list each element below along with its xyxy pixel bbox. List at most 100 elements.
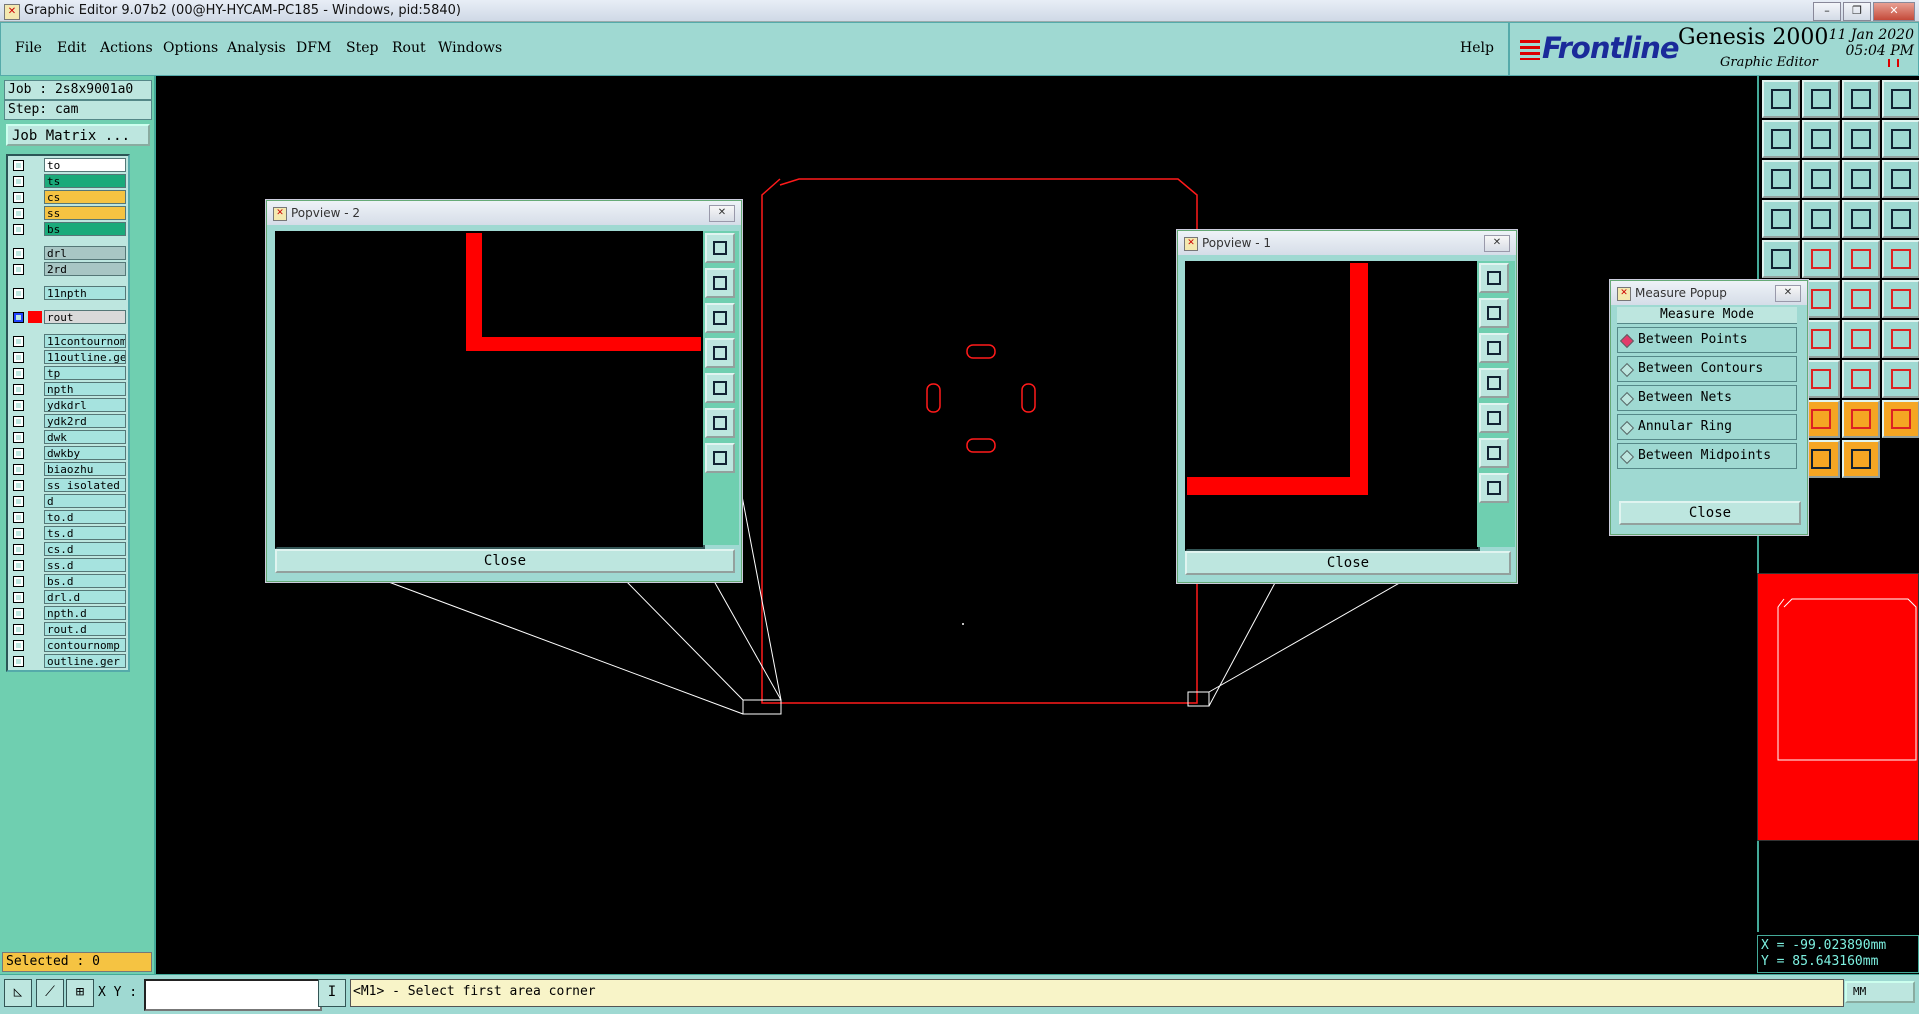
home-icon[interactable] bbox=[1842, 80, 1880, 118]
layer-name[interactable]: contournomp bbox=[44, 638, 126, 652]
radio-icon[interactable] bbox=[1619, 449, 1635, 465]
mark-icon[interactable] bbox=[1882, 360, 1919, 398]
hand-icon[interactable] bbox=[1842, 440, 1880, 478]
pan-down-icon[interactable] bbox=[1479, 333, 1509, 363]
measure-option[interactable]: Between Points bbox=[1617, 327, 1797, 353]
menu-step[interactable]: Step bbox=[346, 40, 378, 56]
popview-2-close-button[interactable]: Close bbox=[275, 549, 735, 573]
layer-checkbox[interactable] bbox=[13, 448, 24, 459]
layer-name[interactable]: bs.d bbox=[44, 574, 126, 588]
minimize-button[interactable]: – bbox=[1813, 2, 1841, 21]
layer-checkbox[interactable] bbox=[13, 368, 24, 379]
layer-checkbox[interactable] bbox=[13, 248, 24, 259]
layer-row[interactable]: bs bbox=[10, 222, 126, 236]
measure-option[interactable]: Between Nets bbox=[1617, 385, 1797, 411]
layer-row[interactable]: outline.ger bbox=[10, 654, 126, 668]
menu-file[interactable]: File bbox=[15, 40, 42, 56]
radio-icon[interactable] bbox=[1619, 333, 1635, 349]
zoom-out-icon[interactable] bbox=[705, 408, 735, 438]
popview-zoom-icon[interactable] bbox=[1479, 263, 1509, 293]
zoom-out-icon[interactable] bbox=[1479, 438, 1509, 468]
measure-popup-close-icon[interactable]: ✕ bbox=[1775, 285, 1801, 302]
layer-row[interactable]: ss bbox=[10, 206, 126, 220]
layer-checkbox[interactable] bbox=[13, 640, 24, 651]
layer-checkbox[interactable] bbox=[13, 312, 24, 323]
layer-checkbox[interactable] bbox=[13, 480, 24, 491]
menu-analysis[interactable]: Analysis bbox=[227, 40, 286, 56]
snake-icon[interactable] bbox=[1762, 200, 1800, 238]
layer-checkbox[interactable] bbox=[13, 224, 24, 235]
restore-button[interactable]: ❐ bbox=[1843, 2, 1871, 21]
fork-icon[interactable] bbox=[1882, 280, 1919, 318]
measure-option[interactable]: Between Contours bbox=[1617, 356, 1797, 382]
info-icon[interactable]: I bbox=[318, 979, 346, 1007]
layer-name[interactable]: d bbox=[44, 494, 126, 508]
center-icon[interactable] bbox=[1802, 160, 1840, 198]
overview-map[interactable] bbox=[1757, 573, 1919, 841]
layer-row[interactable]: ss.d bbox=[10, 558, 126, 572]
dot-icon[interactable] bbox=[1882, 240, 1919, 278]
layer-row[interactable]: 11outline.ger bbox=[10, 350, 126, 364]
layer-name[interactable]: bs bbox=[44, 222, 126, 236]
layer-name[interactable]: ss.d bbox=[44, 558, 126, 572]
copy-icon[interactable] bbox=[1882, 320, 1919, 358]
layer-row[interactable]: drl bbox=[10, 246, 126, 260]
layer-name[interactable]: ydk2rd bbox=[44, 414, 126, 428]
layer-name[interactable]: dwkby bbox=[44, 446, 126, 460]
layer-name[interactable]: cs.d bbox=[44, 542, 126, 556]
menu-actions[interactable]: Actions bbox=[100, 40, 153, 56]
redo-icon[interactable] bbox=[1882, 120, 1919, 158]
layer-checkbox[interactable] bbox=[13, 528, 24, 539]
layer-row[interactable]: cs bbox=[10, 190, 126, 204]
layer-row[interactable]: contournomp bbox=[10, 638, 126, 652]
layer-row[interactable]: npth bbox=[10, 382, 126, 396]
pan-left-icon[interactable] bbox=[705, 338, 735, 368]
radio-icon[interactable] bbox=[1619, 362, 1635, 378]
layer-row[interactable]: npth.d bbox=[10, 606, 126, 620]
layer-row[interactable]: dwk bbox=[10, 430, 126, 444]
layer-name[interactable]: ydkdrl bbox=[44, 398, 126, 412]
zoom-in-icon[interactable] bbox=[705, 443, 735, 473]
layer-checkbox[interactable] bbox=[13, 416, 24, 427]
bars-icon[interactable] bbox=[1842, 200, 1880, 238]
layer-name[interactable]: biaozhu bbox=[44, 462, 126, 476]
layer-name[interactable]: ts.d bbox=[44, 526, 126, 540]
layer-row[interactable]: ydk2rd bbox=[10, 414, 126, 428]
layer-name[interactable]: ss bbox=[44, 206, 126, 220]
layer-checkbox[interactable] bbox=[13, 496, 24, 507]
popview-2-canvas[interactable] bbox=[275, 231, 705, 549]
layer-name[interactable]: tp bbox=[44, 366, 126, 380]
pan-right-icon[interactable] bbox=[1802, 120, 1840, 158]
layer-checkbox[interactable] bbox=[13, 192, 24, 203]
layer-name[interactable]: 11npth bbox=[44, 286, 126, 300]
select-tool-icon[interactable]: ◺ bbox=[4, 979, 32, 1007]
layer-checkbox[interactable] bbox=[13, 592, 24, 603]
layer-row[interactable]: 2rd bbox=[10, 262, 126, 276]
layer-checkbox[interactable] bbox=[13, 352, 24, 363]
layer-row[interactable]: ss_isolated bbox=[10, 478, 126, 492]
menu-dfm[interactable]: DFM bbox=[296, 40, 331, 56]
xy-input[interactable] bbox=[144, 979, 322, 1011]
cut-icon[interactable] bbox=[1802, 240, 1840, 278]
layer-row[interactable]: dwkby bbox=[10, 446, 126, 460]
layer-name[interactable]: dwk bbox=[44, 430, 126, 444]
popview-1-canvas[interactable] bbox=[1185, 261, 1480, 551]
menu-help[interactable]: Help bbox=[1460, 40, 1494, 56]
layer-name[interactable]: ts bbox=[44, 174, 126, 188]
layer-checkbox[interactable] bbox=[13, 576, 24, 587]
layer-checkbox[interactable] bbox=[13, 336, 24, 347]
layer-name[interactable]: rout bbox=[44, 310, 126, 324]
layer-row[interactable]: to bbox=[10, 158, 126, 172]
snap-tool-icon[interactable]: ⟋ bbox=[36, 979, 64, 1007]
layer-name[interactable]: ss_isolated bbox=[44, 478, 126, 492]
zoom-in-icon[interactable] bbox=[1479, 473, 1509, 503]
pad-icon[interactable] bbox=[1802, 200, 1840, 238]
pan-left-icon[interactable] bbox=[1479, 368, 1509, 398]
close-window-button[interactable]: ✕ bbox=[1873, 2, 1915, 21]
layer-name[interactable]: rout.d bbox=[44, 622, 126, 636]
point-icon[interactable] bbox=[1762, 240, 1800, 278]
layer-row[interactable]: ts.d bbox=[10, 526, 126, 540]
popview-zoom-icon[interactable] bbox=[705, 233, 735, 263]
radio-icon[interactable] bbox=[1619, 420, 1635, 436]
menu-options[interactable]: Options bbox=[163, 40, 218, 56]
